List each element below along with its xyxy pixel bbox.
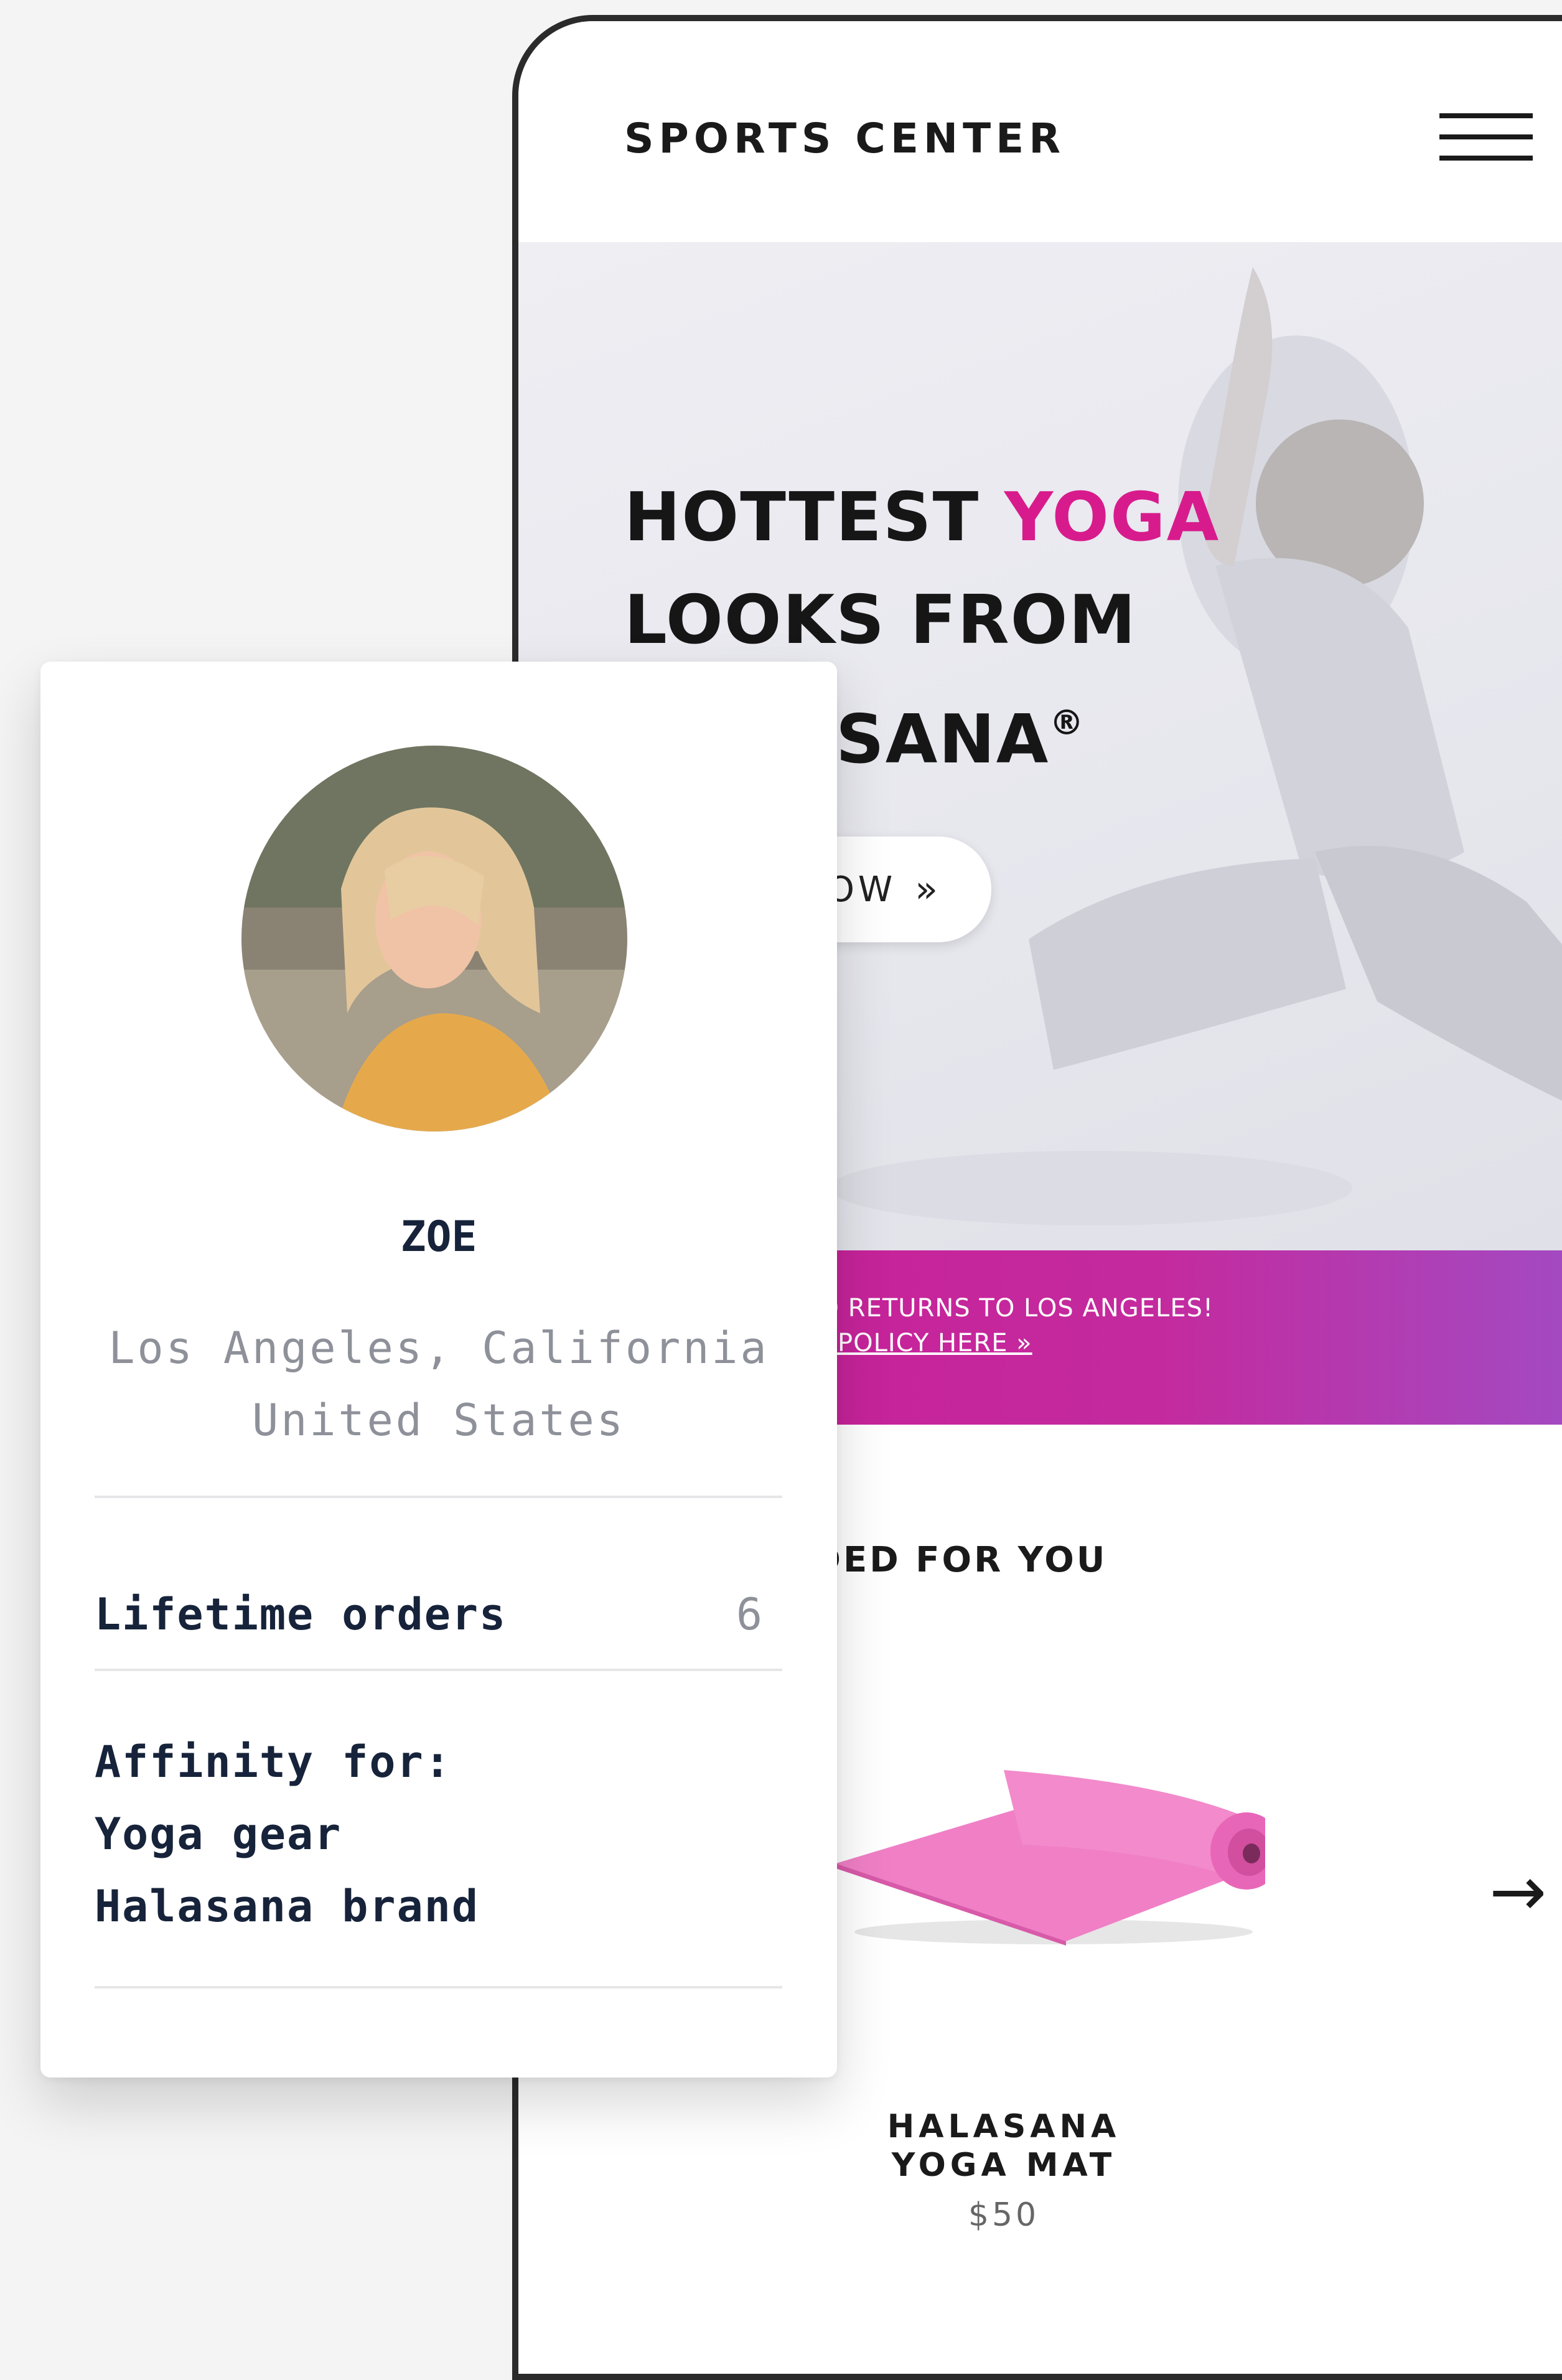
affinity-item: Halasana brand — [95, 1881, 480, 1932]
avatar — [241, 746, 627, 1131]
hero-headline-line2: LOOKS FROM — [624, 581, 1137, 659]
double-chevron-right-icon: » — [915, 868, 942, 911]
arrow-right-icon[interactable]: → — [1489, 1857, 1546, 1926]
lifetime-orders-value: 6 — [736, 1589, 762, 1640]
lifetime-orders-label: Lifetime orders — [95, 1589, 507, 1640]
profile-name: ZOE — [400, 1212, 477, 1262]
location-country: United States — [252, 1395, 625, 1446]
affinity-title: Affinity for: — [95, 1736, 452, 1787]
hero-headline-accent: YOGA — [1004, 479, 1220, 556]
hero-headline-part1: HOTTEST — [624, 479, 1004, 556]
registered-mark: ® — [1049, 703, 1085, 743]
app-header: SPORTS CENTER — [518, 21, 1562, 242]
product-name-line2: YOGA MAT — [891, 2147, 1116, 2184]
customer-profile-card: ZOE Los Angeles, California United State… — [40, 662, 837, 2078]
affinity-item: Yoga gear — [95, 1809, 342, 1860]
location-city: Los Angeles, California — [108, 1323, 769, 1374]
brand-title[interactable]: SPORTS CENTER — [624, 115, 1065, 162]
yoga-mat-image[interactable] — [817, 1726, 1265, 1963]
divider — [95, 1669, 782, 1671]
profile-location: Los Angeles, California United States — [40, 1312, 837, 1456]
divider — [95, 1986, 782, 1989]
product-price: $50 — [968, 2196, 1040, 2234]
product-name[interactable]: HALASANA YOGA MAT — [811, 2107, 1197, 2185]
product-name-line1: HALASANA — [887, 2108, 1121, 2145]
hamburger-menu-icon[interactable] — [1439, 113, 1533, 169]
affinity-list: Affinity for: Yoga gear Halasana brand — [95, 1726, 479, 1942]
divider — [95, 1496, 782, 1498]
